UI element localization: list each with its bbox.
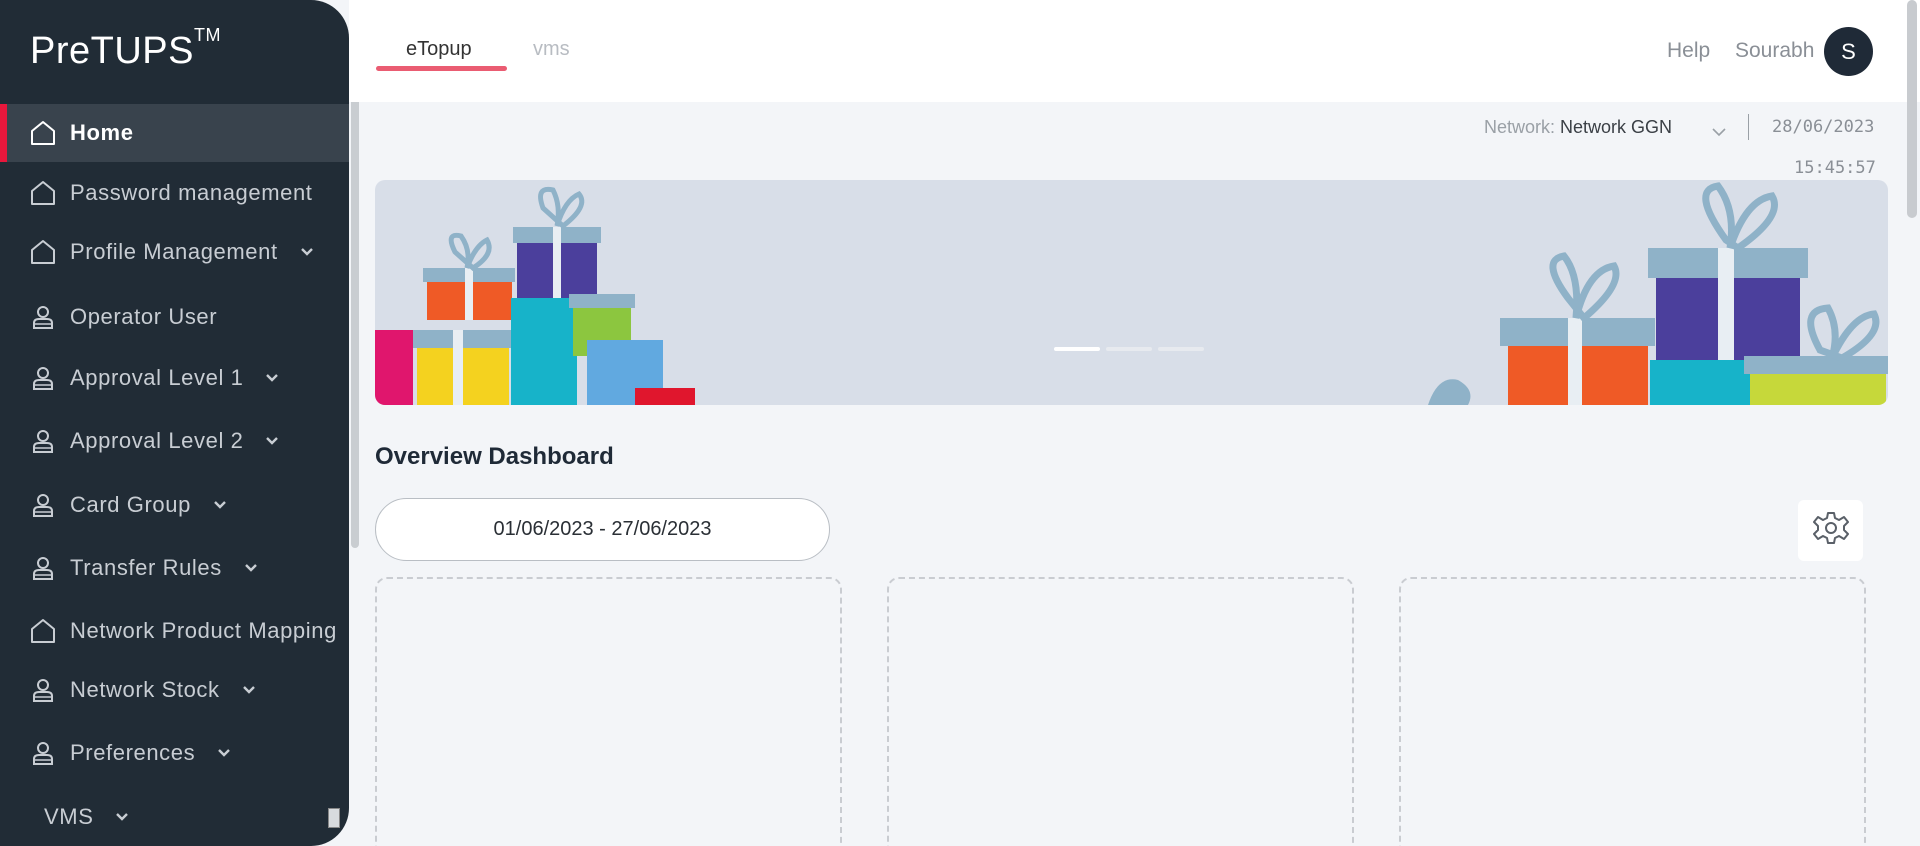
chevron-down-icon [217, 748, 231, 758]
carousel-indicators [1054, 347, 1204, 351]
sidebar-item-card-group[interactable]: Card Group [0, 476, 349, 534]
user-icon [28, 363, 58, 393]
sidebar-item-password-management[interactable]: Password management [0, 164, 349, 222]
home-icon [28, 178, 58, 208]
network-label: Network: [1484, 117, 1556, 137]
sidebar-item-approval-level-1[interactable]: Approval Level 1 [0, 349, 349, 407]
chevron-down-icon[interactable] [1711, 124, 1727, 142]
sidebar-item-label: Card Group [70, 492, 191, 517]
carousel-dot-2[interactable] [1106, 347, 1152, 351]
chevron-down-icon [300, 247, 314, 257]
dashboard-card-placeholder-1 [375, 577, 842, 846]
carousel-dot-3[interactable] [1158, 347, 1204, 351]
sidebar-item-label: Approval Level 2 [70, 428, 244, 453]
sidebar-item-label: Transfer Rules [70, 555, 222, 580]
page-title: Overview Dashboard [375, 443, 614, 470]
user-name[interactable]: Sourabh [1735, 39, 1814, 63]
chevron-down-icon [115, 812, 129, 822]
brand-name: PreTUPS [30, 30, 194, 72]
active-tab-indicator [376, 66, 507, 71]
sidebar-item-label: VMS [44, 804, 94, 829]
sidebar-item-transfer-rules[interactable]: Transfer Rules [0, 539, 349, 597]
brand-trademark: TM [193, 25, 221, 46]
gift-boxes-illustration-left [375, 186, 695, 405]
network-value: Network GGN [1560, 117, 1673, 137]
sidebar-item-label: Preferences [70, 740, 196, 765]
sidebar-item-label: Password management [70, 180, 313, 205]
user-icon [28, 426, 58, 456]
chevron-down-icon [265, 373, 279, 383]
sidebar-item-network-stock[interactable]: Network Stock [0, 661, 349, 719]
home-icon [28, 616, 58, 646]
current-date: 28/06/2023 [1772, 117, 1875, 137]
chevron-down-icon [244, 563, 258, 573]
sidebar-item-label: Approval Level 1 [70, 365, 244, 390]
promo-banner [375, 180, 1888, 405]
sidebar-scroll-thumb[interactable] [328, 808, 340, 828]
home-icon [28, 118, 58, 148]
sidebar-item-label: Network Stock [70, 677, 220, 702]
sidebar-item-home[interactable]: Home [0, 104, 349, 162]
sidebar-item-label: Home [70, 120, 134, 145]
brand-logo: PreTUPSTM [30, 25, 221, 73]
sidebar-item-vms[interactable]: VMS [0, 788, 349, 846]
tab-vms[interactable]: vms [533, 38, 570, 61]
user-icon [28, 675, 58, 705]
main-scrollbar[interactable] [1907, 0, 1917, 218]
gift-boxes-illustration-right [1428, 182, 1888, 405]
home-icon [28, 237, 58, 267]
user-icon [28, 553, 58, 583]
dashboard-card-placeholder-3 [1399, 577, 1866, 846]
current-time: 15:45:57 [1794, 158, 1876, 178]
app: PreTUPSTM Home Password management Profi… [0, 0, 1920, 846]
help-link[interactable]: Help [1667, 39, 1710, 63]
sidebar-item-label: Network Product Mapping [70, 618, 337, 643]
sidebar-item-operator-user[interactable]: Operator User [0, 288, 349, 346]
user-icon [28, 738, 58, 768]
dashboard-card-placeholder-2 [887, 577, 1354, 846]
divider [1748, 114, 1749, 140]
sidebar-item-approval-level-2[interactable]: Approval Level 2 [0, 412, 349, 470]
date-range-picker[interactable]: 01/06/2023 - 27/06/2023 [375, 498, 830, 561]
sidebar-item-label: Profile Management [70, 239, 278, 264]
top-bar: eTopup vms Help Sourabh S [349, 0, 1920, 102]
avatar[interactable]: S [1824, 27, 1873, 76]
chevron-down-icon [213, 500, 227, 510]
user-icon [28, 490, 58, 520]
gear-icon [1812, 510, 1849, 551]
dashboard-settings-button[interactable] [1798, 500, 1863, 561]
network-selector[interactable]: Network: Network GGN [1484, 117, 1672, 138]
tab-etopup[interactable]: eTopup [406, 38, 472, 61]
sidebar-item-profile-management[interactable]: Profile Management [0, 223, 349, 281]
user-icon [28, 302, 58, 332]
chevron-down-icon [242, 685, 256, 695]
sidebar-item-label: Operator User [70, 304, 218, 329]
sidebar: PreTUPSTM Home Password management Profi… [0, 0, 349, 846]
sidebar-item-preferences[interactable]: Preferences [0, 724, 349, 782]
chevron-down-icon [265, 436, 279, 446]
sidebar-item-network-product-mapping[interactable]: Network Product Mapping [0, 602, 349, 660]
carousel-dot-1[interactable] [1054, 347, 1100, 351]
